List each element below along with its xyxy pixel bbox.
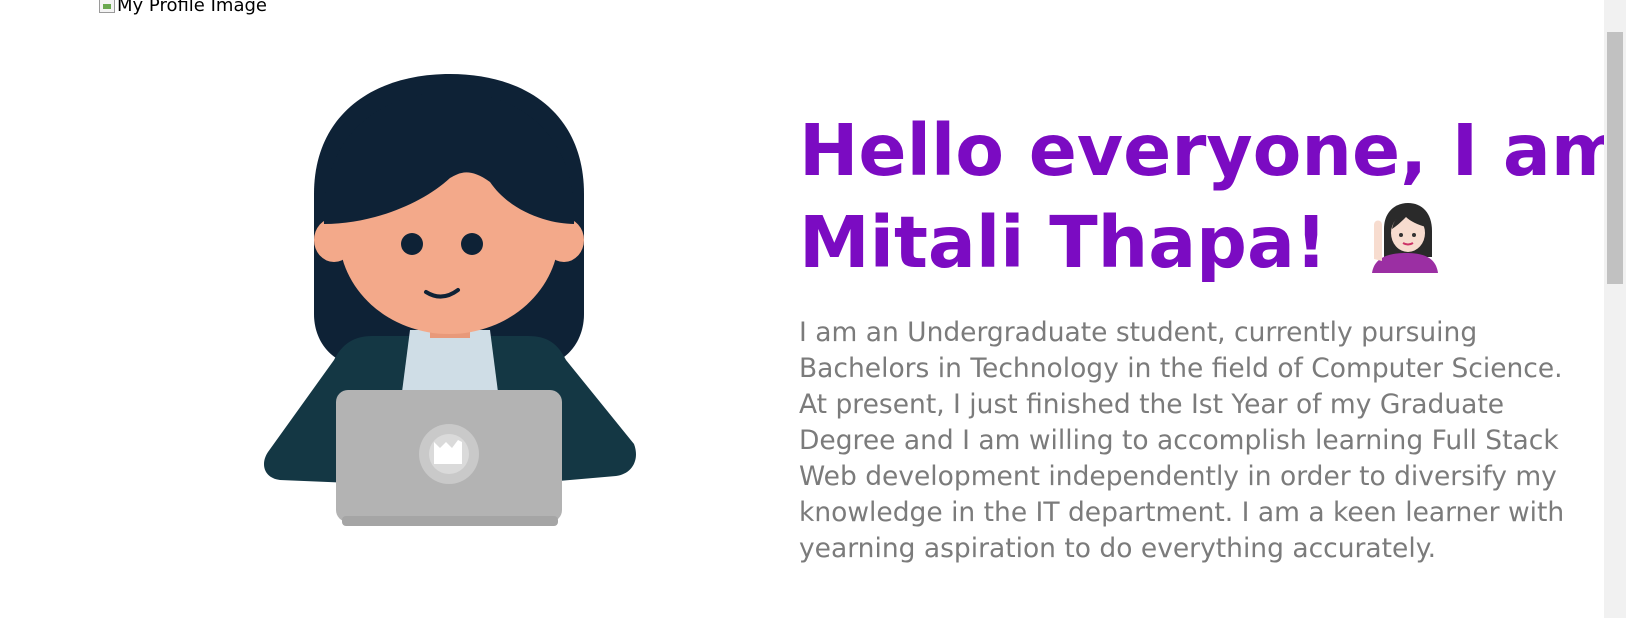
- headline-line-2: Mitali Thapa!: [799, 201, 1328, 284]
- vertical-scrollbar[interactable]: [1604, 0, 1626, 618]
- laptop-base: [342, 516, 558, 526]
- left-eye: [401, 233, 423, 255]
- profile-image-broken: My Profile Image: [99, 0, 267, 16]
- broken-image-icon: [99, 0, 115, 13]
- right-eye: [461, 233, 483, 255]
- intro-section: Hello everyone, I am Mitali Thapa! I am …: [799, 105, 1625, 567]
- scrollbar-thumb[interactable]: [1607, 32, 1623, 284]
- profile-image-alt-text: My Profile Image: [117, 0, 267, 16]
- headline-line-1: Hello everyone, I am: [799, 109, 1625, 192]
- page-title: Hello everyone, I am Mitali Thapa!: [799, 105, 1625, 289]
- bio-paragraph: I am an Undergraduate student, currently…: [799, 317, 1565, 564]
- woman-raising-hand-emoji-icon: [1371, 203, 1438, 273]
- shirt: [402, 330, 498, 392]
- girl-with-laptop-illustration: [264, 74, 636, 526]
- page: My Profile Image Hello everyone, I am Mi…: [0, 0, 1626, 618]
